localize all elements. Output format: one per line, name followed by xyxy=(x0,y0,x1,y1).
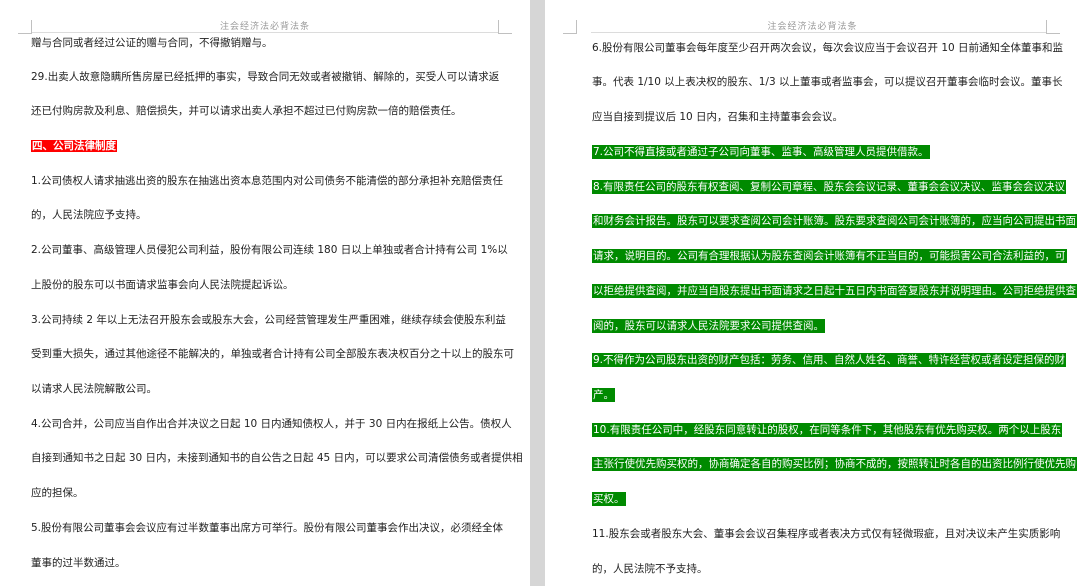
paragraph-line: 29.出卖人故意隐瞒所售房屋已经抵押的事实，导致合同无效或者被撤销、解除的，买受… xyxy=(31,71,500,83)
paragraph-line: 事。代表 1/10 以上表决权的股东、1/3 以上董事或者监事会，可以提议召开董… xyxy=(592,76,1063,88)
document-page-left: 注会经济法必背法条 赠与合同或者经过公证的赠与合同，不得撤销赠与。 29.出卖人… xyxy=(0,0,530,586)
paragraph-line: 上股份的股东可以书面请求监事会向人民法院提起诉讼。 xyxy=(31,279,294,291)
highlighted-line: 7.公司不得直接或者通过子公司向董事、监事、高级管理人员提供借款。 xyxy=(592,145,930,159)
highlighted-line: 9.不得作为公司股东出资的财产包括：劳务、信用、自然人姓名、商誉、特许经营权或者… xyxy=(592,353,1067,367)
section-heading-company-law: 四、公司法律制度 xyxy=(31,140,117,152)
page-header-title: 注会经济法必背法条 xyxy=(767,22,858,32)
highlighted-line: 买权。 xyxy=(592,492,626,506)
header-rule xyxy=(591,32,1046,33)
document-page-right: 注会经济法必背法条 6.股份有限公司董事会每年度至少召开两次会议，每次会议应当于… xyxy=(545,0,1080,586)
page-gutter xyxy=(530,0,545,586)
paragraph-line: 受到重大损失，通过其他途径不能解决的，单独或者合计持有公司全部股东表决权百分之十… xyxy=(31,348,514,360)
highlighted-line: 10.有限责任公司中，经股东同意转让的股权，在同等条件下，其他股东有优先购买权。… xyxy=(592,423,1063,437)
header-rule xyxy=(32,32,498,33)
highlighted-line: 产。 xyxy=(592,388,615,402)
highlighted-line: 请求，说明目的。公司有合理根据认为股东查阅会计账簿有不正当目的，可能损害公司合法… xyxy=(592,249,1067,263)
paragraph-line: 2.公司董事、高级管理人员侵犯公司利益，股份有限公司连续 180 日以上单独或者… xyxy=(31,244,508,256)
paragraph-line: 董事的过半数通过。 xyxy=(31,557,126,569)
paragraph-line: 的，人民法院不予支持。 xyxy=(592,563,708,575)
paragraph-line: 自接到通知书之日起 30 日内，未接到通知书的自公告之日起 45 日内，可以要求… xyxy=(31,452,523,464)
highlighted-line: 阅的，股东可以请求人民法院要求公司提供查阅。 xyxy=(592,319,825,333)
paragraph-line: 6.股份有限公司董事会每年度至少召开两次会议，每次会议应当于会议召开 10 日前… xyxy=(592,42,1064,54)
highlighted-line: 以拒绝提供查阅，并应当自股东提出书面请求之日起十五日内书面答复股东并说明理由。公… xyxy=(592,284,1077,298)
paragraph-line: 赠与合同或者经过公证的赠与合同，不得撤销赠与。 xyxy=(31,37,273,49)
paragraph-line: 以请求人民法院解散公司。 xyxy=(31,383,157,395)
page-header-title: 注会经济法必背法条 xyxy=(219,22,310,32)
paragraph-line: 11.股东会或者股东大会、董事会会议召集程序或者表决方式仅有轻微瑕疵，且对决议未… xyxy=(592,528,1061,540)
paragraph-line: 的，人民法院应予支持。 xyxy=(31,209,147,221)
paragraph-line: 3.公司持续 2 年以上无法召开股东会或股东大会，公司经营管理发生严重困难，继续… xyxy=(31,314,506,326)
paragraph-line: 应的担保。 xyxy=(31,487,84,499)
paragraph-line: 4.公司合并，公司应当自作出合并决议之日起 10 日内通知债权人，并于 30 日… xyxy=(31,418,512,430)
highlighted-line: 8.有限责任公司的股东有权查阅、复制公司章程、股东会会议记录、董事会会议决议、监… xyxy=(592,180,1067,194)
paragraph-line: 5.股份有限公司董事会会议应有过半数董事出席方可举行。股份有限公司董事会作出决议… xyxy=(31,522,504,534)
paragraph-line: 应当自接到提议后 10 日内，召集和主持董事会会议。 xyxy=(592,111,844,123)
highlighted-line: 和财务会计报告。股东可以要求查阅公司会计账簿。股东要求查阅公司会计账簿的，应当向… xyxy=(592,214,1077,228)
paragraph-line: 还已付购房款及利息、赔偿损失，并可以请求出卖人承担不超过已付购房款一倍的赔偿责任… xyxy=(31,105,462,117)
highlighted-line: 主张行使优先购买权的，协商确定各自的购买比例；协商不成的，按照转让时各自的出资比… xyxy=(592,457,1077,471)
paragraph-line: 1.公司债权人请求抽逃出资的股东在抽逃出资本息范围内对公司债务不能清偿的部分承担… xyxy=(31,175,504,187)
